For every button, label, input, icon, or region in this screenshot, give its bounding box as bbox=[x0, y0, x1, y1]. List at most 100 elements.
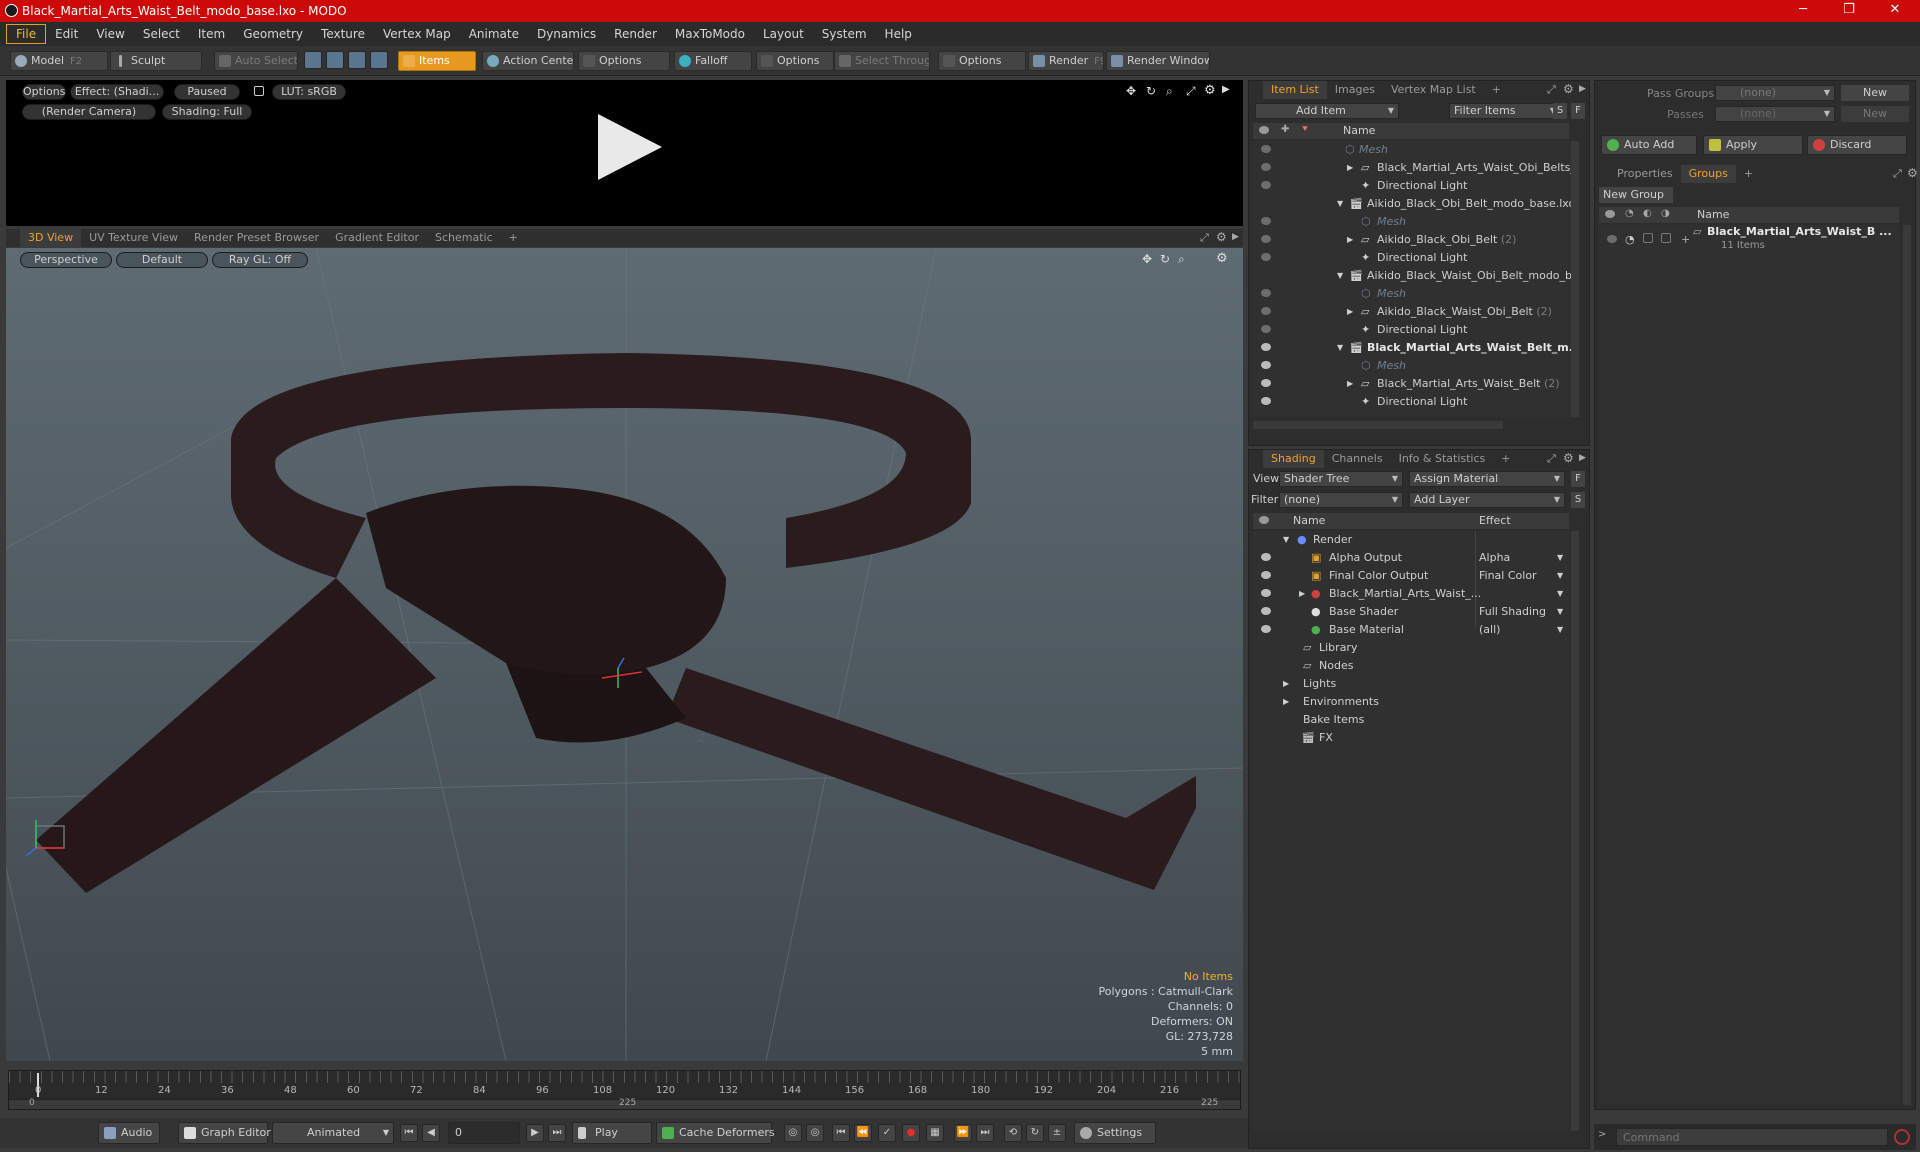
add-tab-icon[interactable]: + bbox=[501, 229, 526, 247]
select-through-options-button[interactable]: Options bbox=[938, 51, 1026, 71]
tab-groups[interactable]: Groups bbox=[1680, 165, 1736, 183]
expand-arrow-icon[interactable]: ▶ bbox=[1299, 585, 1305, 603]
render-button[interactable]: RenderF9 bbox=[1028, 51, 1104, 71]
falloff-button[interactable]: Falloff bbox=[674, 51, 752, 71]
shading-s-button[interactable]: S bbox=[1571, 492, 1585, 508]
eye-icon[interactable] bbox=[1261, 361, 1271, 369]
eye-icon[interactable] bbox=[1261, 397, 1271, 405]
tab-3d-view[interactable]: 3D View bbox=[20, 229, 82, 247]
tab-properties[interactable]: Properties bbox=[1609, 165, 1681, 183]
select-materials-icon[interactable] bbox=[370, 51, 388, 69]
cache-deformers-button[interactable]: Cache Deformers bbox=[656, 1122, 775, 1144]
menu-system[interactable]: System bbox=[813, 25, 876, 43]
list-item[interactable]: ✦ Directional Light bbox=[1253, 177, 1571, 195]
expand-arrow-icon[interactable]: ▶ bbox=[1347, 159, 1353, 177]
key-all-icon[interactable]: ◎ bbox=[806, 1124, 824, 1142]
expand-icon[interactable]: ⤢ bbox=[1200, 231, 1209, 245]
gear-icon[interactable]: ⚙ bbox=[1204, 83, 1216, 98]
menu-item[interactable]: Item bbox=[189, 25, 234, 43]
list-item[interactable]: ▶ ▱ Black_Martial_Arts_Waist_Belt (2) bbox=[1253, 375, 1571, 393]
list-item[interactable]: ▼ 🎬︎ Aikido_Black_Waist_Obi_Belt_modo_bas … bbox=[1253, 267, 1571, 285]
list-item[interactable]: 🎬︎ FX bbox=[1253, 729, 1583, 747]
action-center-button[interactable]: Action Center bbox=[482, 51, 574, 71]
tab-item-list[interactable]: Item List bbox=[1263, 81, 1327, 99]
audio-button[interactable]: Audio bbox=[98, 1122, 160, 1144]
falloff-options-button[interactable]: Options bbox=[756, 51, 834, 71]
menu-select[interactable]: Select bbox=[134, 25, 189, 43]
tab-channels[interactable]: Channels bbox=[1324, 450, 1391, 468]
list-item[interactable]: ▶▱Black_Martial_Arts_Waist_Obi_Belts_Set bbox=[1253, 159, 1571, 177]
render-preview[interactable]: Options Effect: (Shadi... Paused LUT: sR… bbox=[6, 80, 1243, 226]
select-through-button[interactable]: Select Through bbox=[834, 51, 930, 71]
play-icon[interactable] bbox=[598, 114, 662, 180]
tab-images[interactable]: Images bbox=[1327, 81, 1383, 99]
view-dropdown[interactable]: Shader Tree bbox=[1279, 471, 1403, 487]
render-window-button[interactable]: Render Window bbox=[1106, 51, 1210, 71]
frame-input[interactable]: 0 bbox=[448, 1122, 520, 1144]
chevron-down-icon[interactable]: ▼ bbox=[1557, 567, 1563, 585]
menu-edit[interactable]: Edit bbox=[46, 25, 87, 43]
chevron-down-icon[interactable]: ▼ bbox=[1557, 549, 1563, 567]
3d-viewport[interactable]: Perspective Default Ray GL: Off ✥ ↻ ⌕ ⚙ … bbox=[6, 248, 1243, 1061]
expand-icon[interactable]: ⤢ bbox=[1186, 84, 1196, 99]
menu-dynamics[interactable]: Dynamics bbox=[528, 25, 605, 43]
gear-icon[interactable]: ⚙ bbox=[1563, 451, 1574, 465]
add-item-dropdown[interactable]: Add Item bbox=[1255, 103, 1399, 119]
timeline[interactable]: 0 12 24 36 48 60 72 84 96 108 120 132 14… bbox=[8, 1070, 1242, 1110]
select-edges-icon[interactable] bbox=[326, 51, 344, 69]
collapse-arrow-icon[interactable]: ▼ bbox=[1337, 195, 1343, 213]
menu-animate[interactable]: Animate bbox=[460, 25, 528, 43]
list-item[interactable]: ⬡ Mesh bbox=[1253, 213, 1571, 231]
graph-editor-button[interactable]: Graph Editor bbox=[178, 1122, 271, 1144]
next-key-step-icon[interactable]: ⏩ bbox=[954, 1124, 972, 1142]
filter-f-button[interactable]: F bbox=[1571, 103, 1585, 119]
render-effect-dropdown[interactable]: Effect: (Shadi... bbox=[70, 84, 164, 100]
previous-frame-icon[interactable]: ◀ bbox=[422, 1124, 440, 1142]
eye-icon[interactable] bbox=[1261, 553, 1271, 561]
next-frame-icon[interactable]: ▶ bbox=[526, 1124, 544, 1142]
list-item[interactable]: ▼ 🎬︎ Black_Martial_Arts_Waist_Belt_m... bbox=[1253, 339, 1571, 357]
tab-render-preset-browser[interactable]: Render Preset Browser bbox=[186, 229, 327, 247]
add-layer-dropdown[interactable]: Add Layer bbox=[1409, 492, 1565, 508]
expand-icon[interactable]: ⤢ bbox=[1547, 452, 1556, 466]
gear-icon[interactable]: ⚙ bbox=[1216, 230, 1227, 244]
tab-uv-texture-view[interactable]: UV Texture View bbox=[81, 229, 186, 247]
rotate-icon[interactable]: ↻ bbox=[1146, 84, 1156, 98]
filter-dropdown[interactable]: (none) bbox=[1279, 492, 1403, 508]
prev-key-icon[interactable]: ⏮ bbox=[832, 1124, 850, 1142]
eye-icon[interactable] bbox=[1261, 289, 1271, 297]
shader-tree-scrollbar[interactable] bbox=[1571, 531, 1579, 1131]
minimize-icon[interactable]: ─ bbox=[1780, 0, 1826, 22]
menu-render[interactable]: Render bbox=[605, 25, 666, 43]
arrow-right-icon[interactable]: ▶ bbox=[1579, 453, 1586, 463]
render-options-button[interactable]: Options bbox=[22, 84, 66, 100]
menu-maxtomodo[interactable]: MaxToModo bbox=[666, 25, 754, 43]
model-button[interactable]: Model F2 bbox=[10, 51, 108, 71]
render-paused-button[interactable]: Paused bbox=[174, 84, 240, 100]
command-history-icon[interactable] bbox=[1894, 1129, 1910, 1145]
chevron-down-icon[interactable]: ▼ bbox=[1557, 603, 1563, 621]
list-item[interactable]: ✦ Directional Light bbox=[1253, 393, 1571, 411]
key-icon[interactable]: ◎ bbox=[784, 1124, 802, 1142]
new-pass-group-button[interactable]: New bbox=[1841, 85, 1909, 101]
add-tab-icon[interactable]: + bbox=[1736, 165, 1761, 183]
lock-toggle-icon[interactable] bbox=[1643, 233, 1653, 243]
eye-icon[interactable] bbox=[1261, 625, 1271, 633]
select-vertices-icon[interactable] bbox=[304, 51, 322, 69]
go-to-start-icon[interactable]: ⏮ bbox=[400, 1124, 418, 1142]
auto-select-button[interactable]: Auto Select bbox=[214, 51, 298, 71]
animated-dropdown[interactable]: Animated ▼ bbox=[272, 1122, 394, 1144]
eye-icon[interactable] bbox=[1261, 181, 1271, 189]
arrow-right-icon[interactable]: ▶ bbox=[1232, 232, 1239, 242]
list-item[interactable]: Bake Items bbox=[1253, 711, 1583, 729]
groups-scrollbar[interactable] bbox=[1903, 225, 1911, 1105]
list-item[interactable]: ▣ Final Color Output Final Color ▼ bbox=[1253, 567, 1583, 585]
maximize-icon[interactable]: ❐ bbox=[1826, 0, 1872, 22]
list-item[interactable]: ▶ Lights bbox=[1253, 675, 1583, 693]
new-pass-button[interactable]: New bbox=[1841, 106, 1909, 122]
gear-icon[interactable]: ⚙ bbox=[1907, 166, 1918, 180]
list-item[interactable]: ▼ ● Render bbox=[1253, 531, 1583, 549]
expand-arrow-icon[interactable]: ▶ bbox=[1347, 231, 1353, 249]
eye-icon[interactable] bbox=[1261, 217, 1271, 225]
eye-icon[interactable] bbox=[1607, 235, 1617, 243]
